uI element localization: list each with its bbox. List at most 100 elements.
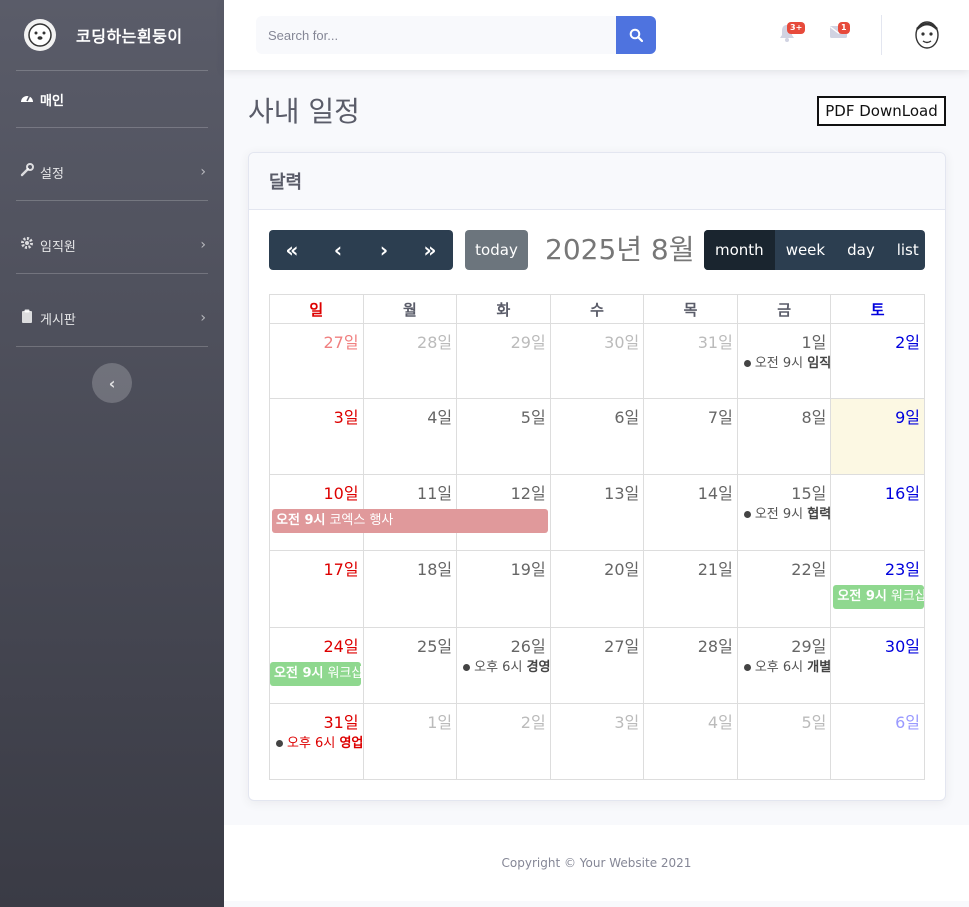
- day-cell[interactable]: 22일: [736, 550, 832, 628]
- sidebar-item-settings[interactable]: 설정 ›: [0, 144, 224, 200]
- day-cell[interactable]: 3일: [269, 398, 364, 475]
- calendar-event[interactable]: 오후 6시 영업: [270, 732, 363, 751]
- day-cell[interactable]: 16일: [830, 474, 925, 551]
- calendar-event[interactable]: 오전 9시 협력: [738, 503, 830, 522]
- day-cell[interactable]: 30일: [830, 627, 925, 704]
- sidebar-divider: [16, 346, 208, 347]
- day-cell[interactable]: 15일 오전 9시 협력: [736, 474, 832, 551]
- day-number: 27일: [604, 637, 640, 656]
- page-title: 사내 일정: [248, 95, 360, 128]
- event-title: 워크샵: [327, 666, 361, 681]
- view-list-button[interactable]: list: [886, 230, 925, 270]
- prev-year-button[interactable]: «: [269, 230, 315, 270]
- view-week-button[interactable]: week: [775, 230, 836, 270]
- day-cell-today[interactable]: 9일: [830, 398, 925, 475]
- calendar-grid: 일 월 화 수 목 금 토 27일 28일 29일 30일 31일 1일 오전 …: [269, 294, 925, 780]
- sidebar-item-board[interactable]: 게시판 ›: [0, 290, 224, 346]
- day-cell[interactable]: 4일: [643, 703, 738, 780]
- day-cell[interactable]: 2일: [456, 703, 551, 780]
- event-title: 워크샵: [890, 589, 925, 604]
- alerts-dropdown[interactable]: 3+: [779, 22, 806, 47]
- day-number: 31일: [323, 713, 359, 732]
- sidebar: 코딩하는흰둥이 매인 설정 › 임직원 › 게시판 › ‹: [0, 0, 224, 907]
- next-year-button[interactable]: »: [407, 230, 453, 270]
- calendar-week-row: 24일 오전 9시 워크샵 25일 26일 오후 6시 경영 27일 28일 29…: [269, 627, 925, 704]
- pdf-download-button[interactable]: PDF DownLoad: [817, 96, 946, 126]
- day-cell[interactable]: 8일: [736, 398, 832, 475]
- day-cell[interactable]: 5일: [736, 703, 832, 780]
- day-number: 23일: [884, 560, 920, 579]
- day-cell[interactable]: 6일: [830, 703, 925, 780]
- view-day-button[interactable]: day: [836, 230, 886, 270]
- day-cell[interactable]: 7일: [643, 398, 738, 475]
- calendar-event[interactable]: 오후 6시 경영: [457, 656, 550, 675]
- sidebar-item-label: 임직원: [40, 239, 76, 255]
- day-cell[interactable]: 14일: [643, 474, 738, 551]
- calendar-title: 2025년 8월: [545, 233, 695, 266]
- day-cell[interactable]: 1일 오전 9시 임직: [736, 323, 832, 399]
- chevron-right-icon: ›: [379, 238, 389, 262]
- calendar-week-row: 27일 28일 29일 30일 31일 1일 오전 9시 임직 2일: [269, 323, 925, 399]
- dog-face-icon: [24, 19, 56, 51]
- day-cell[interactable]: 25일: [362, 627, 458, 704]
- day-cell[interactable]: 28일: [362, 323, 458, 399]
- calendar-event[interactable]: 오전 9시 임직: [738, 352, 830, 371]
- day-cell[interactable]: 27일: [269, 323, 364, 399]
- double-chevron-right-icon: »: [423, 238, 437, 262]
- chevron-left-icon: ‹: [108, 373, 116, 393]
- day-cell[interactable]: 31일: [643, 323, 738, 399]
- sidebar-toggle-button[interactable]: ‹: [92, 363, 132, 403]
- chevron-right-icon: ›: [200, 164, 206, 180]
- day-cell[interactable]: 1일: [362, 703, 458, 780]
- view-month-button[interactable]: month: [704, 230, 775, 270]
- weekday-header: 금: [736, 294, 832, 324]
- day-cell[interactable]: 5일: [456, 398, 551, 475]
- day-cell[interactable]: 24일 오전 9시 워크샵: [269, 627, 364, 704]
- sidebar-item-main[interactable]: 매인: [0, 71, 224, 127]
- day-cell[interactable]: 30일: [549, 323, 645, 399]
- day-cell[interactable]: 2일: [830, 323, 925, 399]
- day-cell[interactable]: 19일: [456, 550, 551, 628]
- weekday-header-row: 일 월 화 수 목 금 토: [269, 294, 925, 324]
- day-cell[interactable]: 29일 오후 6시 개별: [736, 627, 832, 704]
- day-cell[interactable]: 31일 오후 6시 영업: [269, 703, 364, 780]
- brand-name: 코딩하는흰둥이: [76, 27, 183, 46]
- user-avatar[interactable]: [912, 18, 942, 52]
- brand[interactable]: 코딩하는흰둥이: [0, 0, 224, 70]
- event-time: 오전 9시: [754, 507, 804, 522]
- day-cell[interactable]: 29일: [456, 323, 551, 399]
- day-number: 22일: [791, 560, 827, 579]
- calendar-event-bar[interactable]: 오전 9시 워크샵: [833, 585, 925, 609]
- calendar-event-bar[interactable]: 오전 9시 워크샵: [270, 662, 361, 686]
- day-cell[interactable]: 28일: [643, 627, 738, 704]
- day-cell[interactable]: 23일 오전 9시 워크샵: [830, 550, 925, 628]
- search-input[interactable]: [256, 16, 616, 54]
- day-number: 4일: [707, 713, 733, 732]
- next-month-button[interactable]: ›: [361, 230, 407, 270]
- day-cell[interactable]: 20일: [549, 550, 645, 628]
- event-title: 코엑스 행사: [329, 513, 394, 528]
- day-cell[interactable]: 4일: [362, 398, 458, 475]
- day-number: 31일: [697, 333, 733, 352]
- prev-month-button[interactable]: ‹: [315, 230, 361, 270]
- calendar-event-bar[interactable]: 오전 9시 코엑스 행사: [272, 509, 548, 533]
- day-cell[interactable]: 17일: [269, 550, 364, 628]
- today-button[interactable]: today: [465, 230, 528, 270]
- weekday-header: 수: [549, 294, 645, 324]
- calendar-event[interactable]: 오후 6시 개별: [738, 656, 830, 675]
- day-cell[interactable]: 27일: [549, 627, 645, 704]
- event-time: 오전 9시: [274, 666, 324, 681]
- day-cell[interactable]: 6일: [549, 398, 645, 475]
- search-button[interactable]: [616, 16, 656, 54]
- day-cell[interactable]: 21일: [643, 550, 738, 628]
- day-number: 21일: [697, 560, 733, 579]
- day-number: 29일: [791, 637, 827, 656]
- day-cell[interactable]: 26일 오후 6시 경영: [456, 627, 551, 704]
- calendar-week-row: 17일 18일 19일 20일 21일 22일 23일 오전 9시 워크샵: [269, 550, 925, 628]
- day-cell[interactable]: 10일 오전 9시 코엑스 행사: [269, 474, 548, 551]
- day-cell[interactable]: 13일: [549, 474, 645, 551]
- sidebar-item-employees[interactable]: 임직원 ›: [0, 217, 224, 273]
- day-cell[interactable]: 3일: [549, 703, 645, 780]
- day-cell[interactable]: 18일: [362, 550, 458, 628]
- messages-dropdown[interactable]: 1: [830, 22, 850, 44]
